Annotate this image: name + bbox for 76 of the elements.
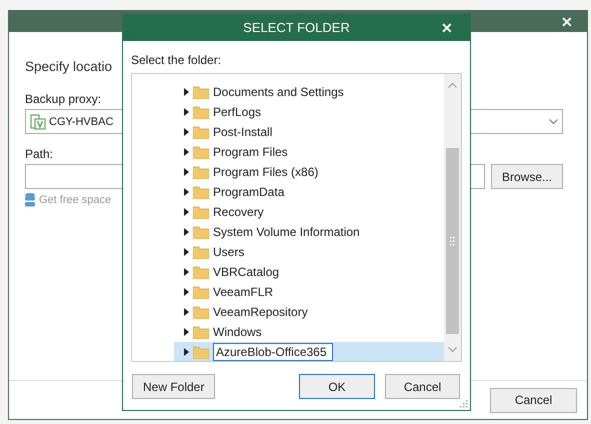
field-label: Backup proxy: bbox=[25, 92, 102, 106]
folder-name: System Volume Information bbox=[213, 225, 360, 239]
folder-name: Post-Install bbox=[213, 125, 272, 139]
folder-icon bbox=[193, 306, 209, 318]
ok-button[interactable]: OK bbox=[299, 374, 375, 399]
scrollbar-thumb[interactable] bbox=[446, 148, 459, 334]
chevron-down-icon bbox=[549, 118, 558, 124]
expand-arrow-icon[interactable] bbox=[184, 108, 189, 116]
folder-name: ProgramData bbox=[213, 185, 284, 199]
tree-row[interactable]: Post-Install bbox=[174, 122, 444, 142]
expand-arrow-icon[interactable] bbox=[184, 148, 189, 156]
folder-name: Users bbox=[213, 245, 244, 259]
folder-name: PerfLogs bbox=[213, 105, 262, 119]
expand-arrow-icon[interactable] bbox=[184, 308, 189, 316]
expand-arrow-icon[interactable] bbox=[184, 228, 189, 236]
folder-name: Program Files (x86) bbox=[213, 165, 318, 179]
close-button[interactable]: ✕ bbox=[441, 20, 453, 36]
folder-icon bbox=[193, 86, 209, 98]
close-button[interactable]: ✕ bbox=[561, 14, 573, 30]
folder-name: Recovery bbox=[213, 205, 264, 219]
folder-icon bbox=[193, 266, 209, 278]
tree-row[interactable]: System Volume Information bbox=[174, 222, 444, 242]
folder-name: Documents and Settings bbox=[213, 85, 344, 99]
tree-row[interactable]: Users bbox=[174, 242, 444, 262]
cancel-button[interactable]: Cancel bbox=[385, 374, 460, 399]
server-icon bbox=[30, 114, 46, 130]
expand-arrow-icon[interactable] bbox=[184, 88, 189, 96]
expand-arrow-icon[interactable] bbox=[184, 248, 189, 256]
folder-name: VBRCatalog bbox=[213, 265, 280, 279]
new-folder-button[interactable]: New Folder bbox=[132, 374, 216, 399]
dialog-title: SELECT FOLDER bbox=[243, 20, 350, 35]
expand-arrow-icon[interactable] bbox=[184, 268, 189, 276]
folder-icon bbox=[193, 126, 209, 138]
expand-arrow-icon[interactable] bbox=[184, 128, 189, 136]
folder-name: VeeamRepository bbox=[213, 305, 308, 319]
section-heading: Specify locatio bbox=[25, 59, 112, 74]
expand-arrow-icon[interactable] bbox=[184, 328, 189, 336]
expand-arrow-icon[interactable] bbox=[184, 208, 189, 216]
database-icon bbox=[25, 193, 35, 207]
cancel-button[interactable]: Cancel bbox=[490, 388, 577, 412]
folder-icon bbox=[193, 286, 209, 298]
tree-row[interactable]: Program Files bbox=[174, 142, 444, 162]
expand-arrow-icon[interactable] bbox=[184, 188, 189, 196]
tree-row[interactable]: PerfLogs bbox=[174, 102, 444, 122]
folder-icon bbox=[193, 186, 209, 198]
folder-icon bbox=[193, 246, 209, 258]
tree-row[interactable]: VeeamFLR bbox=[174, 282, 444, 302]
expand-arrow-icon[interactable] bbox=[184, 288, 189, 296]
grip-icon bbox=[450, 236, 455, 246]
tree-row[interactable]: VeeamRepository bbox=[174, 302, 444, 322]
tree-row[interactable]: AzureBlob-Office365 bbox=[174, 342, 444, 361]
tree-row[interactable]: Documents and Settings bbox=[174, 82, 444, 102]
folder-icon bbox=[193, 346, 209, 358]
tree-row[interactable]: Recovery bbox=[174, 202, 444, 222]
folder-name: Windows bbox=[213, 325, 262, 339]
tree-row[interactable]: ProgramData bbox=[174, 182, 444, 202]
folder-icon bbox=[193, 106, 209, 118]
field-label: Path: bbox=[25, 147, 54, 161]
folder-icon bbox=[193, 146, 209, 158]
folder-icon bbox=[193, 206, 209, 218]
expand-arrow-icon[interactable] bbox=[184, 348, 189, 356]
folder-name: VeeamFLR bbox=[213, 285, 274, 299]
folder-name: Program Files bbox=[213, 145, 288, 159]
folder-icon bbox=[193, 326, 209, 338]
tree-row[interactable]: Windows bbox=[174, 322, 444, 342]
expand-arrow-icon[interactable] bbox=[184, 168, 189, 176]
rename-field[interactable]: AzureBlob-Office365 bbox=[213, 343, 333, 361]
tree-row[interactable]: Program Files (x86) bbox=[174, 162, 444, 182]
tree-row[interactable]: VBRCatalog bbox=[174, 262, 444, 282]
scrollbar[interactable] bbox=[444, 74, 461, 361]
folder-icon bbox=[193, 226, 209, 238]
resize-grip-icon[interactable] bbox=[460, 400, 468, 408]
prompt-text: Select the folder: bbox=[130, 52, 222, 69]
folder-icon bbox=[193, 166, 209, 178]
proxy-value: CGY-HVBAC bbox=[49, 116, 114, 128]
browse-button[interactable]: Browse... bbox=[490, 164, 563, 189]
